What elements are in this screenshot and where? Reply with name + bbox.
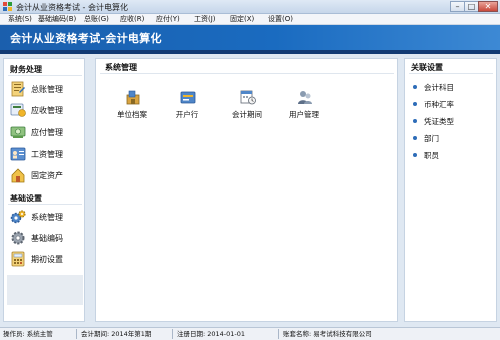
maximize-button[interactable]: □ [464, 1, 478, 12]
divider [8, 204, 82, 205]
divider [409, 73, 493, 74]
sidebar-item-label: 工资管理 [31, 149, 63, 159]
link-label: 职员 [424, 150, 439, 160]
menu-system[interactable]: 系统(S) [8, 14, 38, 24]
banner-title: 会计从业资格考试-会计电算化 [10, 32, 162, 45]
menu-payable[interactable]: 应付(Y) [156, 14, 194, 24]
section-title-basic-settings: 基础设置 [10, 194, 42, 203]
app-logo-icon [3, 2, 13, 12]
sidebar-footer-panel [7, 275, 83, 305]
divider [8, 75, 82, 76]
divider [172, 329, 173, 339]
header-banner: 会计从业资格考试-会计电算化 [0, 25, 500, 54]
payroll-icon [10, 147, 26, 161]
status-period: 会计期间: 2014年第1期 [81, 330, 152, 338]
gears-icon [10, 210, 26, 224]
sidebar-item-label: 固定资产 [31, 170, 63, 180]
link-staff[interactable]: 职员 [413, 149, 439, 161]
menu-ledger[interactable]: 总账(G) [84, 14, 120, 24]
menu-payroll[interactable]: 工资(J) [194, 14, 230, 24]
tile-label: 用户管理 [289, 110, 319, 119]
sidebar-item-label: 应付管理 [31, 127, 63, 137]
close-button[interactable]: ✕ [478, 1, 498, 12]
divider [76, 329, 77, 339]
sidebar-item-label: 基础编码 [31, 233, 63, 243]
menu-bar: 系统(S) 基础编码(B) 总账(G) 应收(R) 应付(Y) 工资(J) 固定… [0, 14, 500, 25]
fixed-assets-icon [11, 168, 25, 183]
related-settings-panel: 关联设置 会计科目 币种汇率 凭证类型 部门 职员 [404, 58, 497, 322]
tile-label: 单位档案 [117, 110, 147, 119]
gear-icon [11, 231, 25, 245]
link-label: 会计科目 [424, 82, 454, 92]
divider [278, 329, 279, 339]
section-title-finance: 财务处理 [10, 65, 42, 74]
panel-title: 关联设置 [411, 63, 443, 72]
menu-fixed[interactable]: 固定(X) [230, 14, 268, 24]
panel-title: 系统管理 [105, 63, 137, 72]
sidebar-item-label: 系统管理 [31, 212, 63, 222]
system-management-panel: 系统管理 单位档案 开户行 会计期间 用户管理 [95, 58, 398, 322]
bullet-icon [413, 85, 417, 89]
status-date: 注册日期: 2014-01-01 [177, 330, 246, 338]
ledger-icon [11, 81, 25, 97]
link-departments[interactable]: 部门 [413, 132, 439, 144]
tile-label: 会计期间 [232, 110, 262, 119]
sidebar-item-label: 应收管理 [31, 105, 63, 115]
minimize-button[interactable]: – [450, 1, 464, 12]
bank-account-icon [180, 91, 196, 104]
tile-bank-account[interactable]: 开户行 [161, 89, 213, 123]
menu-receivable[interactable]: 应收(R) [120, 14, 156, 24]
menu-settings[interactable]: 设置(O) [268, 14, 308, 24]
sidebar-item-payroll[interactable]: 工资管理 [10, 145, 84, 163]
link-label: 部门 [424, 133, 439, 143]
divider [100, 73, 394, 74]
company-file-icon [126, 90, 140, 105]
status-operator: 操作员: 系统主管 [3, 330, 53, 338]
payable-icon [10, 126, 26, 138]
menu-base-codes[interactable]: 基础编码(B) [38, 14, 84, 24]
banner-divider [0, 50, 500, 54]
sidebar-item-ledger[interactable]: 总账管理 [10, 80, 84, 98]
title-bar: 会计从业资格考试 - 会计电算化 – □ ✕ [0, 0, 500, 14]
sidebar: 财务处理 总账管理 应收管理 应付管理 工资管理 固定资产 基础设置 系统管理 … [3, 58, 85, 322]
receivable-icon [10, 103, 26, 117]
link-label: 币种汇率 [424, 99, 454, 109]
link-chart-of-accounts[interactable]: 会计科目 [413, 81, 454, 93]
tile-user-management[interactable]: 用户管理 [278, 89, 330, 123]
tile-accounting-period[interactable]: 会计期间 [221, 89, 273, 123]
sidebar-item-receivable[interactable]: 应收管理 [10, 101, 84, 119]
tile-company-file[interactable]: 单位档案 [106, 89, 158, 123]
sidebar-item-label: 期初设置 [31, 254, 63, 264]
bullet-icon [413, 102, 417, 106]
tile-label: 开户行 [175, 110, 199, 119]
status-bar: 操作员: 系统主管 会计期间: 2014年第1期 注册日期: 2014-01-0… [0, 327, 500, 340]
link-voucher-types[interactable]: 凭证类型 [413, 115, 454, 127]
sidebar-item-base-codes[interactable]: 基础编码 [10, 229, 84, 247]
sidebar-item-system-management[interactable]: 系统管理 [10, 208, 84, 226]
link-label: 凭证类型 [424, 116, 454, 126]
users-icon [298, 91, 312, 104]
bullet-icon [413, 136, 417, 140]
window-title: 会计从业资格考试 - 会计电算化 [16, 3, 128, 12]
sidebar-item-payable[interactable]: 应付管理 [10, 123, 84, 141]
calculator-icon [11, 251, 25, 267]
link-currency-rates[interactable]: 币种汇率 [413, 98, 454, 110]
bullet-icon [413, 153, 417, 157]
sidebar-item-opening-settings[interactable]: 期初设置 [10, 250, 84, 268]
calendar-clock-icon [240, 90, 256, 105]
sidebar-item-label: 总账管理 [31, 84, 63, 94]
bullet-icon [413, 119, 417, 123]
status-account: 账套名称: 易考试科技有限公司 [283, 330, 372, 338]
sidebar-item-fixed-assets[interactable]: 固定资产 [10, 166, 84, 184]
